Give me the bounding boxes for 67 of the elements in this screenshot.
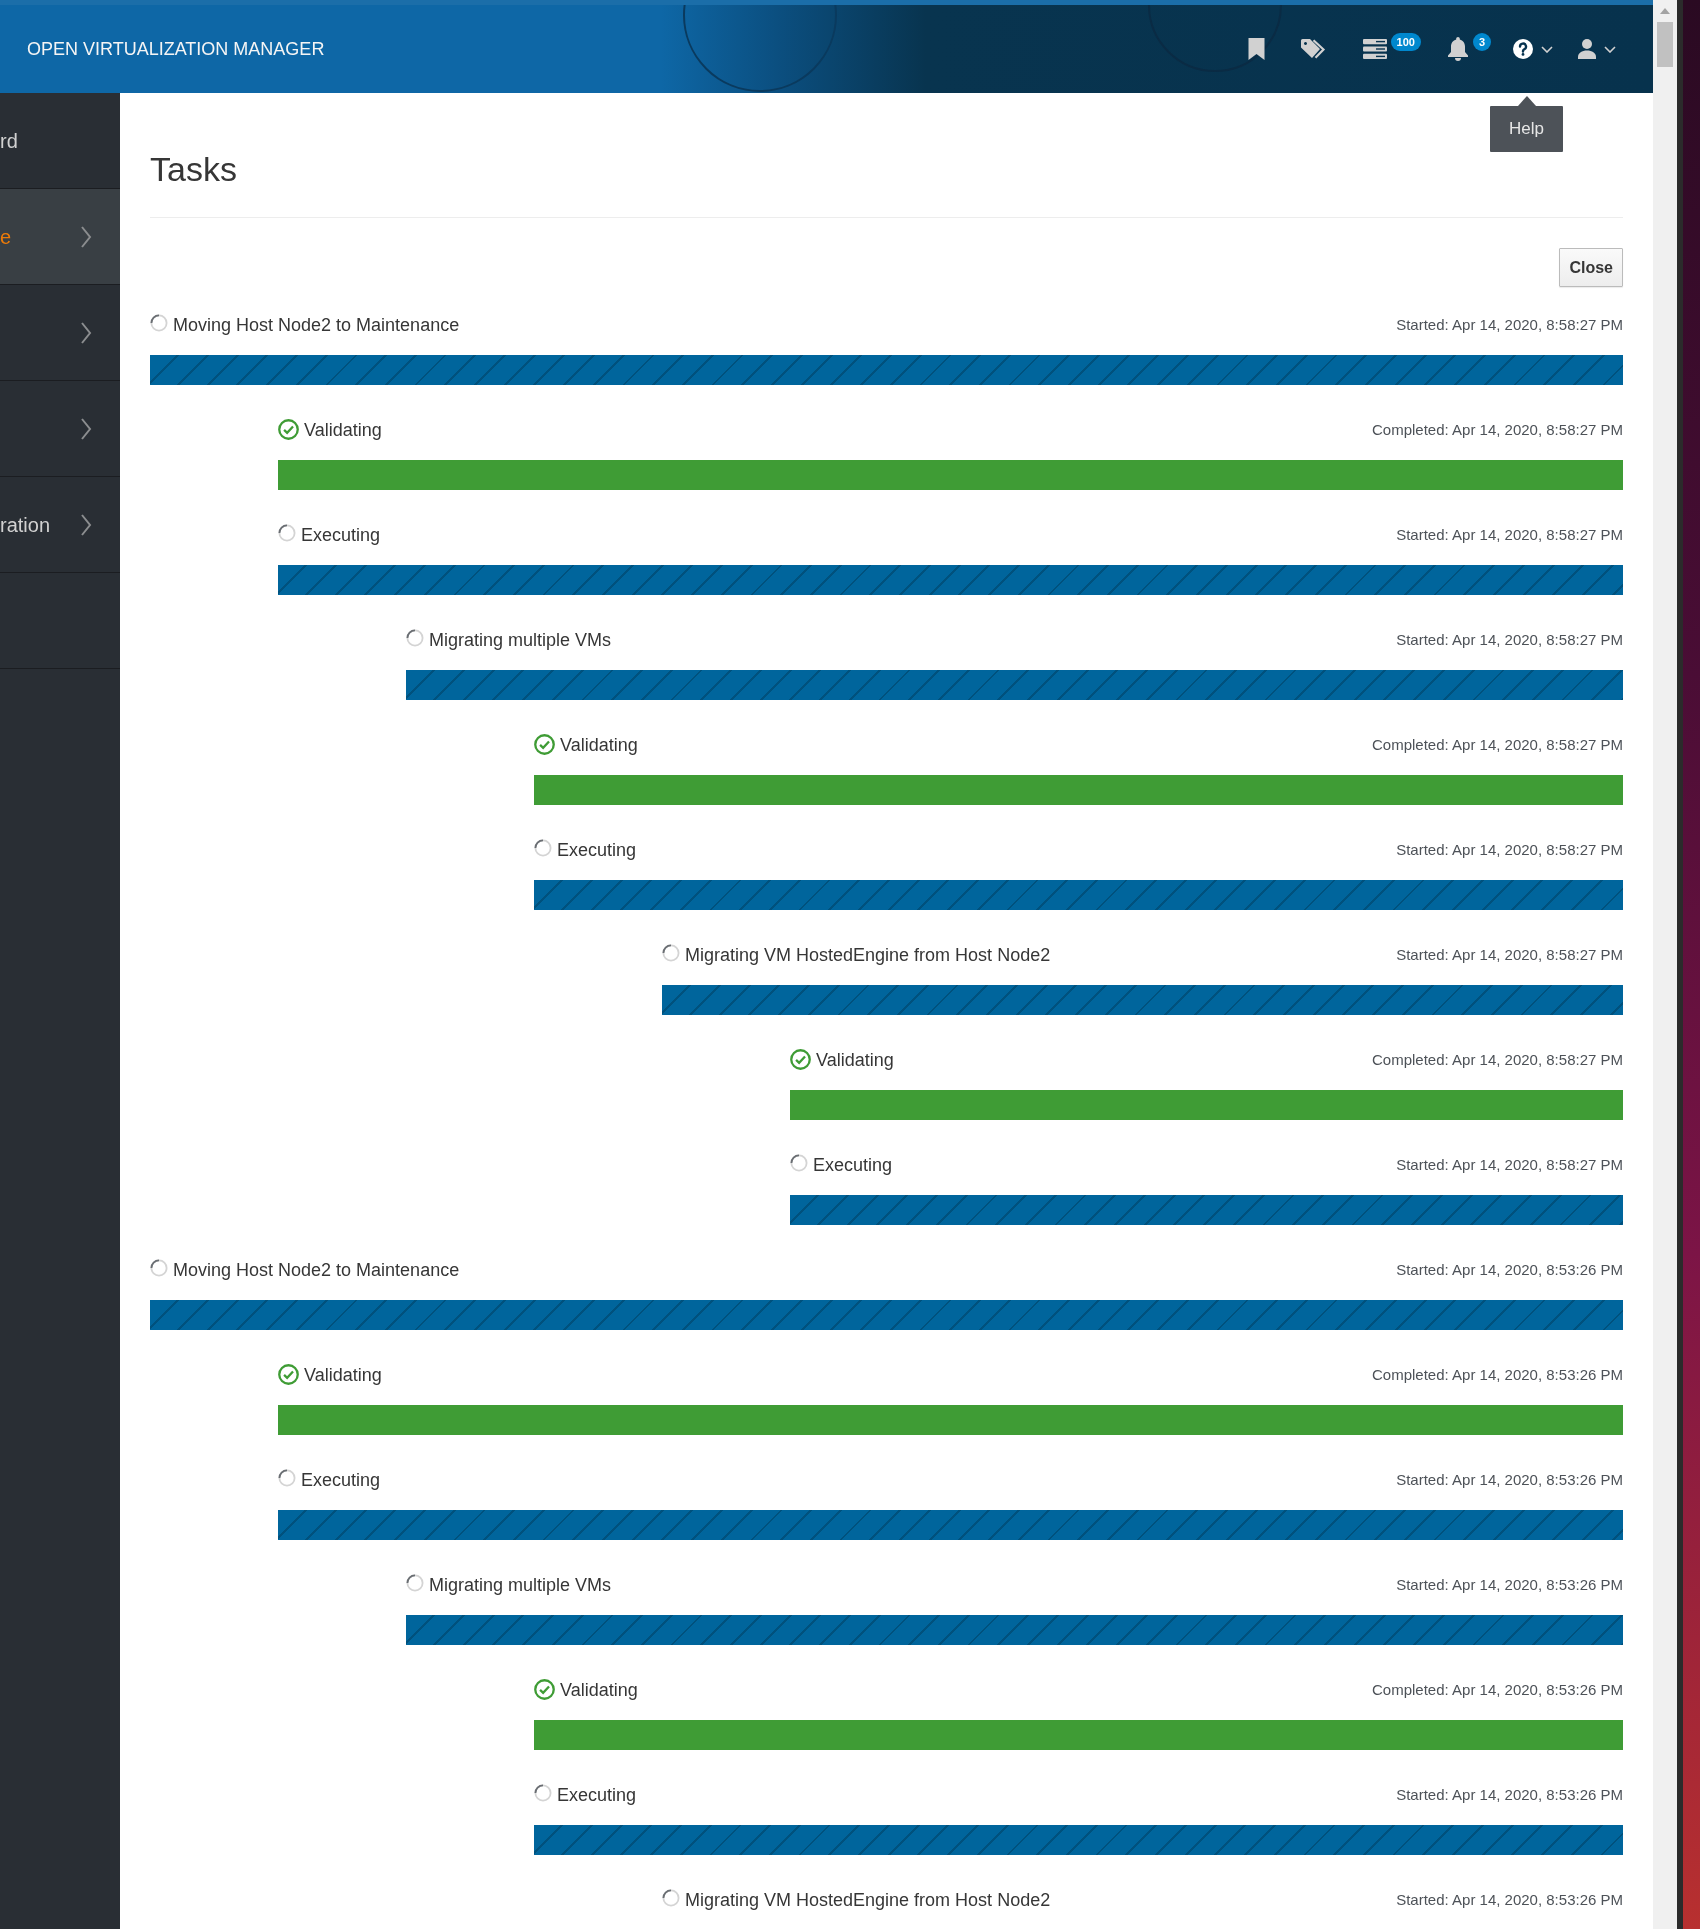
task-timestamp: Completed: Apr 14, 2020, 8:53:26 PM — [1372, 1365, 1623, 1385]
task-name: Validating — [304, 1364, 382, 1387]
help-tooltip: Help — [1490, 106, 1563, 152]
task-timestamp: Started: Apr 14, 2020, 8:58:27 PM — [1396, 945, 1623, 965]
spinner-icon — [278, 1469, 296, 1487]
check-circle-icon — [278, 418, 299, 440]
task-name: Executing — [813, 1154, 893, 1177]
task-name: Migrating multiple VMs — [429, 1574, 612, 1597]
task-timestamp: Started: Apr 14, 2020, 8:53:26 PM — [1396, 1785, 1623, 1805]
task-timestamp: Started: Apr 14, 2020, 8:53:26 PM — [1396, 1575, 1623, 1595]
user-icon — [1578, 39, 1596, 59]
bookmark-icon — [1247, 38, 1265, 60]
task-name: Moving Host Node2 to Maintenance — [173, 314, 460, 337]
task-timestamp: Started: Apr 14, 2020, 8:53:26 PM — [1396, 1470, 1623, 1490]
spinner-icon — [150, 314, 168, 332]
task-timestamp: Completed: Apr 14, 2020, 8:58:27 PM — [1372, 735, 1623, 755]
bell-icon — [1446, 37, 1469, 61]
check-circle-icon — [534, 733, 555, 755]
tooltip-arrow-icon — [1517, 96, 1536, 106]
count-badge: 3 — [1472, 33, 1491, 51]
spinner-icon — [150, 1259, 168, 1277]
task-timestamp: Started: Apr 14, 2020, 8:53:26 PM — [1396, 1890, 1623, 1910]
app-title: OPEN VIRTUALIZATION MANAGER — [27, 37, 325, 61]
task-timestamp: Completed: Apr 14, 2020, 8:58:27 PM — [1372, 1050, 1623, 1070]
scroll-up-arrow-icon[interactable] — [1660, 8, 1670, 14]
task-name: Executing — [301, 1469, 381, 1492]
tasks-button[interactable]: 100 — [1362, 33, 1421, 65]
sidebar-item[interactable]: e — [0, 189, 120, 285]
task-timestamp: Started: Apr 14, 2020, 8:58:27 PM — [1396, 630, 1623, 650]
task-name: Validating — [560, 734, 638, 757]
task-name: Migrating VM HostedEngine from Host Node2 — [685, 1889, 1051, 1912]
task-timestamp: Completed: Apr 14, 2020, 8:53:26 PM — [1372, 1680, 1623, 1700]
task-name: Migrating multiple VMs — [429, 629, 612, 652]
task-timestamp: Completed: Apr 14, 2020, 8:58:27 PM — [1372, 420, 1623, 440]
server-list-icon — [1362, 39, 1387, 59]
task-timestamp: Started: Apr 14, 2020, 8:58:27 PM — [1396, 840, 1623, 860]
task-name: Executing — [301, 524, 381, 547]
spinner-icon — [406, 1574, 424, 1592]
check-circle-icon — [534, 1678, 555, 1700]
task-name: Migrating VM HostedEngine from Host Node2 — [685, 944, 1051, 967]
task-name: Moving Host Node2 to Maintenance — [173, 1259, 460, 1282]
task-name: Validating — [816, 1049, 894, 1072]
spinner-icon — [790, 1154, 808, 1172]
count-badge: 100 — [1390, 33, 1421, 51]
task-name: Executing — [557, 839, 637, 862]
spinner-icon — [534, 1784, 552, 1802]
task-timestamp: Started: Apr 14, 2020, 8:53:26 PM — [1396, 1260, 1623, 1280]
help-icon — [1513, 39, 1533, 59]
task-timestamp: Started: Apr 14, 2020, 8:58:27 PM — [1396, 1155, 1623, 1175]
check-circle-icon — [278, 1363, 299, 1385]
task-timestamp: Started: Apr 14, 2020, 8:58:27 PM — [1396, 525, 1623, 545]
scrollbar[interactable] — [1653, 0, 1677, 1929]
page-title: Tasks — [150, 151, 237, 188]
tags-icon — [1300, 39, 1327, 59]
spinner-icon — [662, 944, 680, 962]
spinner-icon — [278, 524, 296, 542]
spinner-icon — [662, 1889, 680, 1907]
task-timestamp: Started: Apr 14, 2020, 8:58:27 PM — [1396, 315, 1623, 335]
spinner-icon — [534, 839, 552, 857]
task-name: Validating — [560, 1679, 638, 1702]
notifications-button[interactable]: 3 — [1446, 33, 1491, 65]
scrollbar-thumb[interactable] — [1657, 22, 1673, 67]
check-circle-icon — [790, 1048, 811, 1070]
task-name: Executing — [557, 1784, 637, 1807]
task-name: Validating — [304, 419, 382, 442]
close-button[interactable]: Close — [1559, 248, 1623, 287]
spinner-icon — [406, 629, 424, 647]
